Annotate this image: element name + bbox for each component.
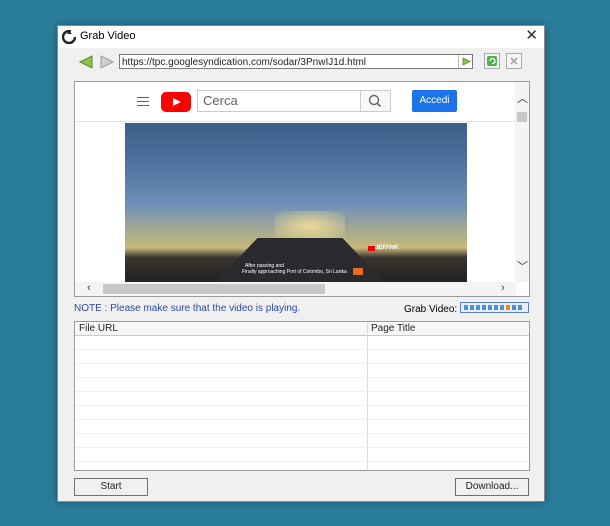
scroll-down-icon[interactable]: ﹀ [517, 262, 528, 273]
row-divider [75, 461, 529, 462]
window-title: Grab Video [80, 30, 136, 42]
scroll-left-icon[interactable]: ‹ [87, 283, 91, 294]
row-divider [75, 377, 529, 378]
close-icon[interactable]: ✕ [525, 28, 538, 44]
caption-badge-icon [353, 268, 363, 275]
youtube-logo-icon[interactable] [161, 92, 191, 112]
grab-video-label: Grab Video: [404, 304, 458, 315]
vertical-scroll-thumb[interactable] [517, 112, 527, 122]
search-button[interactable] [361, 90, 391, 112]
row-divider [75, 419, 529, 420]
progress-segment [488, 305, 492, 310]
back-arrow-icon[interactable] [77, 54, 97, 70]
forward-arrow-icon[interactable] [98, 54, 118, 70]
row-divider [75, 391, 529, 392]
progress-segment [512, 305, 516, 310]
row-divider [75, 363, 529, 364]
embedded-browser[interactable]: Cerca Accedi JEFFHK After passing and Fi… [74, 81, 530, 297]
go-icon[interactable] [458, 55, 473, 68]
row-divider [75, 349, 529, 350]
progress-segment [482, 305, 486, 310]
vertical-scrollbar[interactable]: ︿ ﹀ [515, 82, 529, 282]
note-text: NOTE : Please make sure that the video i… [74, 303, 301, 314]
search-icon [368, 94, 382, 108]
file-list-header: File URL Page Title [75, 322, 529, 336]
channel-watermark: JEFFHK [375, 245, 399, 251]
grab-progress-bar [460, 302, 529, 313]
horizon-glow [275, 211, 345, 241]
refresh-button[interactable] [484, 53, 500, 69]
progress-segment [476, 305, 480, 310]
url-input[interactable]: https://tpc.googlesyndication.com/sodar/… [119, 54, 473, 69]
row-divider [75, 447, 529, 448]
column-page-title[interactable]: Page Title [371, 323, 415, 334]
row-divider [75, 405, 529, 406]
stop-icon [510, 57, 518, 65]
start-button[interactable]: Start [74, 478, 148, 496]
progress-segment [494, 305, 498, 310]
progress-segment [464, 305, 468, 310]
stop-button[interactable] [506, 53, 522, 69]
progress-segment [500, 305, 504, 310]
progress-segment [518, 305, 522, 310]
progress-segment [506, 305, 510, 310]
scroll-right-icon[interactable]: › [501, 283, 505, 294]
scroll-up-icon[interactable]: ︿ [517, 94, 528, 105]
channel-logo-icon [368, 246, 375, 251]
video-player[interactable]: JEFFHK After passing and Finally approac… [125, 123, 467, 283]
app-icon [62, 30, 76, 44]
horizontal-scrollbar[interactable]: ‹ › [75, 282, 516, 296]
row-divider [75, 433, 529, 434]
youtube-header: Cerca Accedi [75, 82, 516, 122]
refresh-icon [487, 56, 497, 66]
file-list[interactable]: File URL Page Title [74, 321, 530, 471]
horizontal-scroll-thumb[interactable] [103, 284, 325, 294]
video-caption-2: Finally approaching Port of Colombo, Sri… [242, 269, 347, 275]
grab-video-window: Grab Video ✕ https://tpc.googlesyndicati… [57, 25, 545, 502]
progress-segment [470, 305, 474, 310]
menu-icon[interactable] [137, 97, 149, 106]
download-button[interactable]: Download... [455, 478, 529, 496]
title-bar: Grab Video ✕ [58, 26, 544, 48]
signin-button[interactable]: Accedi [412, 90, 457, 112]
youtube-search-input[interactable]: Cerca [197, 90, 361, 112]
column-file-url[interactable]: File URL [79, 323, 118, 334]
ship-deck [215, 238, 385, 283]
